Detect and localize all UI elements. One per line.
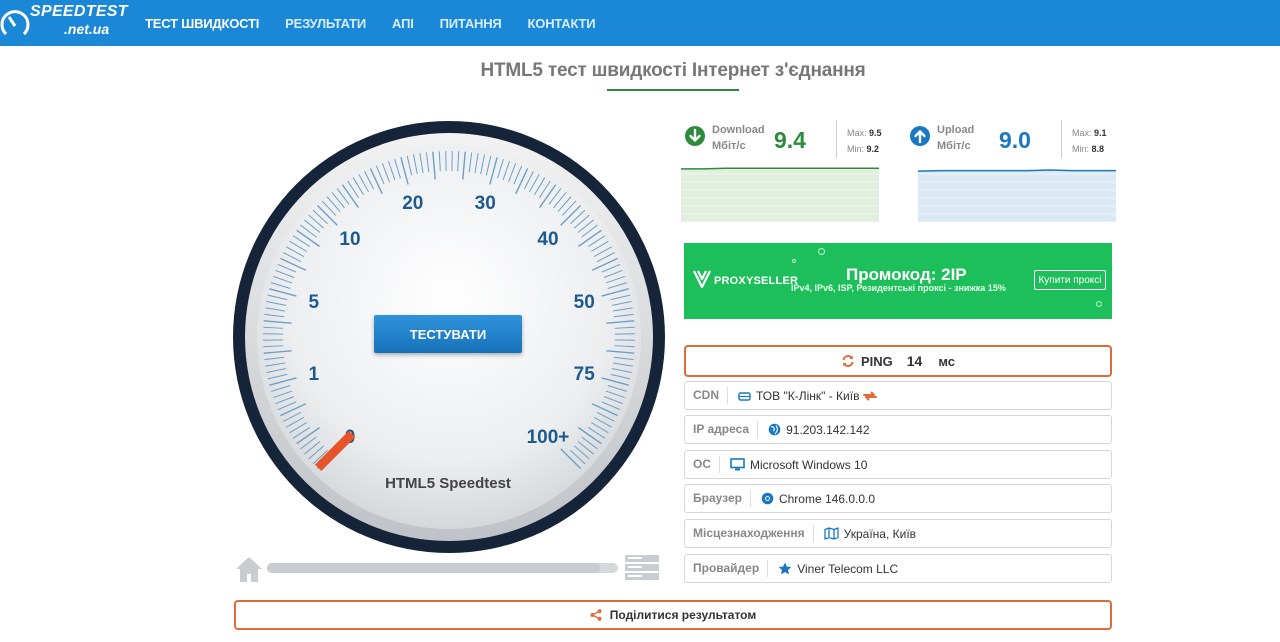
star-icon: [778, 562, 792, 575]
ping-unit: мс: [938, 353, 956, 369]
info-row-provider: Провайдер Viner Telecom LLC: [684, 554, 1112, 583]
server-icon: [738, 390, 751, 402]
info-value-location: Україна, Київ: [843, 526, 917, 541]
chrome-icon: [761, 492, 774, 505]
nav-faq[interactable]: ПИТАННЯ: [440, 16, 502, 31]
upload-arrow-icon: [910, 126, 930, 146]
chart-line: [918, 169, 1116, 172]
download-arrow-icon: [685, 126, 705, 146]
proxyseller-ad-banner[interactable]: PROXYSELLER Промокод: 2IP IPv4, IPv6, IS…: [684, 243, 1112, 319]
info-row-location: Місцезнаходження Україна, Київ: [684, 519, 1112, 548]
upload-history-chart: [918, 169, 1116, 222]
speedometer-logo-icon: [0, 10, 30, 36]
nav-api[interactable]: АПІ: [392, 16, 414, 31]
upload-label: Upload Мбіт/с: [937, 122, 974, 154]
download-label-unit: Мбіт/с: [712, 140, 746, 152]
site-logo[interactable]: SPEEDTEST .net.ua: [0, 0, 130, 46]
gauge-scale-label: 5: [308, 292, 319, 313]
gauge-scale-label: 50: [574, 292, 595, 313]
gauge-scale-label: 20: [402, 193, 423, 214]
download-min-label: Min:: [847, 144, 865, 154]
download-value: 9.4: [774, 127, 806, 153]
info-row-browser: Браузер Chrome 146.0.0.0: [684, 484, 1112, 513]
info-label-ip: IP адреса: [685, 421, 759, 438]
share-result-button[interactable]: Поділитися результатом: [234, 600, 1112, 630]
share-icon: [590, 609, 602, 621]
upload-divider: [1061, 120, 1062, 158]
server-icon: [625, 555, 659, 580]
gauge-scale-label: 30: [475, 193, 496, 214]
download-max-value: 9.5: [869, 128, 882, 138]
download-history-chart: [681, 167, 879, 222]
download-label-title: Download: [712, 124, 765, 136]
info-label-browser: Браузер: [685, 490, 751, 507]
nav-contacts[interactable]: КОНТАКТИ: [528, 16, 596, 31]
home-icon: [236, 557, 262, 582]
info-value-browser: Chrome 146.0.0.0: [778, 491, 876, 506]
top-navigation-bar: SPEEDTEST .net.ua ТЕСТ ШВИДКОСТІ РЕЗУЛЬТ…: [0, 0, 1280, 46]
download-label: Download Мбіт/с: [712, 122, 765, 154]
info-row-os: ОС Microsoft Windows 10: [684, 450, 1112, 479]
upload-min-value: 8.8: [1091, 144, 1105, 154]
title-underline: [607, 89, 739, 91]
gauge-scale-label: 1: [308, 364, 319, 385]
ad-promo-code: Промокод: 2IP: [846, 265, 967, 284]
info-value-provider: Viner Telecom LLC: [797, 561, 899, 576]
upload-label-unit: Мбіт/с: [937, 140, 971, 152]
info-value-os: Microsoft Windows 10: [750, 457, 868, 472]
download-max-label: Max:: [847, 128, 867, 138]
download-stat: Download Мбіт/с 9.4 Max: 9.5 Min: 9.2: [684, 120, 884, 160]
download-divider: [836, 120, 837, 158]
share-label: Поділитися результатом: [609, 608, 757, 622]
gauge-scale-label: 75: [574, 364, 596, 385]
nav-results[interactable]: РЕЗУЛЬТАТИ: [285, 16, 366, 31]
info-value-ip: 91.203.142.142: [786, 422, 870, 437]
info-label-location: Місцезнаходження: [685, 525, 814, 542]
upload-max-label: Max:: [1072, 128, 1092, 138]
start-test-button[interactable]: ТЕСТУВАТИ: [374, 315, 522, 353]
info-label-os: ОС: [685, 456, 720, 473]
globe-icon: [768, 423, 781, 436]
ping-label: PING: [860, 353, 893, 369]
main-nav: ТЕСТ ШВИДКОСТІ РЕЗУЛЬТАТИ АПІ ПИТАННЯ КО…: [132, 0, 608, 46]
change-server-icon[interactable]: [863, 390, 878, 402]
buy-proxy-button[interactable]: Купити проксі: [1034, 270, 1106, 290]
test-progress-fill: [267, 563, 601, 573]
info-label-cdn: CDN: [685, 387, 728, 404]
ad-decoration-dot: [792, 259, 796, 263]
nav-speed-test[interactable]: ТЕСТ ШВИДКОСТІ: [145, 16, 259, 31]
ad-decoration-dot: [818, 248, 825, 255]
refresh-icon: [842, 355, 854, 367]
map-icon: [823, 527, 839, 540]
upload-min-label: Min:: [1072, 144, 1090, 154]
ad-decoration-dot: [1096, 301, 1102, 307]
upload-label-title: Upload: [937, 124, 975, 136]
upload-value: 9.0: [999, 127, 1031, 153]
logo-text: SPEEDTEST: [30, 3, 128, 20]
ad-brand: PROXYSELLER: [714, 275, 799, 287]
info-value-cdn: ТОВ "К-Лінк" - Київ: [756, 388, 860, 403]
upload-max-value: 9.1: [1094, 128, 1107, 138]
download-min-value: 9.2: [866, 144, 880, 154]
download-max-min: Max: 9.5 Min: 9.2: [847, 125, 882, 157]
page-title: HTML5 тест швидкості Інтернет з'єднання: [480, 60, 866, 81]
test-progress-bar: [267, 563, 618, 573]
gauge-scale-label: 40: [537, 229, 558, 250]
info-row-ip: IP адреса 91.203.142.142: [684, 415, 1112, 444]
gauge-caption: HTML5 Speedtest: [385, 475, 511, 492]
ad-subtitle: IPv4, IPv6, ISP, Резидентські проксі - з…: [791, 283, 1006, 293]
upload-max-min: Max: 9.1 Min: 8.8: [1072, 125, 1107, 157]
gauge-scale-label: 100+: [527, 427, 570, 448]
ping-result: PING 14 мс: [684, 345, 1112, 377]
ping-value: 14: [906, 353, 923, 369]
proxyseller-logo-icon: [693, 270, 711, 289]
chart-line: [681, 167, 879, 170]
info-label-provider: Провайдер: [685, 560, 769, 577]
upload-stat: Upload Мбіт/с 9.0 Max: 9.1 Min: 8.8: [909, 120, 1109, 160]
monitor-icon: [730, 458, 745, 471]
gauge-scale-label: 10: [339, 229, 360, 250]
logo-domain: .net.ua: [64, 21, 110, 37]
info-row-cdn: CDN ТОВ "К-Лінк" - Київ: [684, 381, 1112, 410]
